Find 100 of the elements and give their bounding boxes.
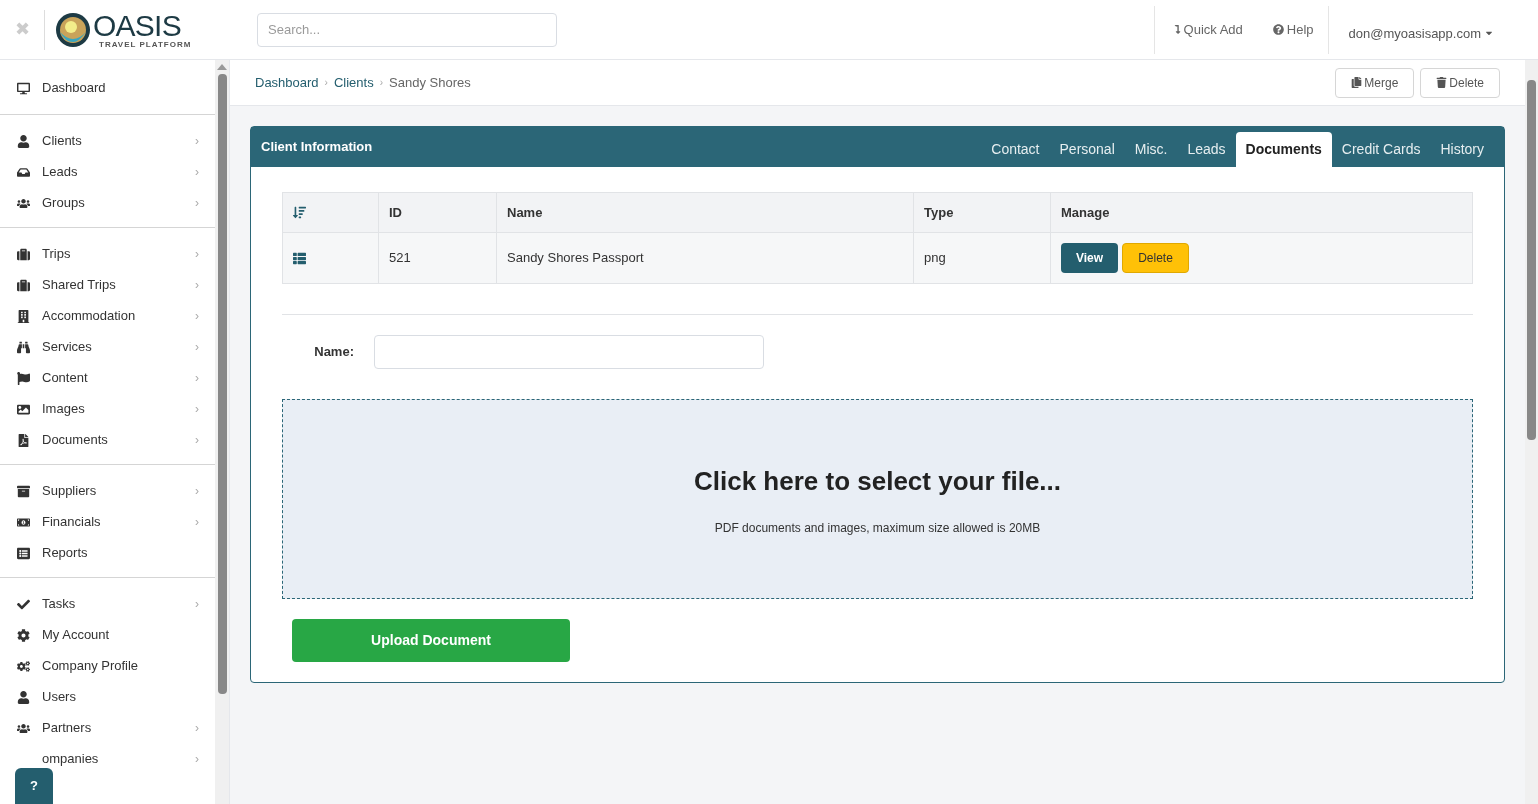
tab[interactable]: Documents	[1235, 132, 1332, 167]
logo-tagline: TRAVEL PLATFORM	[98, 40, 192, 49]
sidebar-item[interactable]: Trips ›	[0, 239, 215, 269]
sidebar-label: Dashboard	[42, 79, 107, 98]
name-field[interactable]	[374, 335, 764, 369]
sidebar-item[interactable]: Dashboard	[0, 73, 215, 103]
inbox-icon	[17, 165, 30, 179]
sidebar-item[interactable]: Shared Trips ›	[0, 270, 215, 300]
chevron-icon: ›	[379, 75, 384, 90]
chevron-icon: ›	[195, 163, 199, 181]
breadcrumb-link[interactable]: Clients	[333, 72, 374, 93]
sidebar-label: Leads	[42, 163, 79, 182]
breadcrumb-link[interactable]: Dashboard	[255, 72, 319, 93]
sidebar-item[interactable]: Partners ›	[0, 713, 215, 743]
list-icon[interactable]	[293, 251, 306, 265]
help-button[interactable]: ?	[15, 768, 53, 804]
copy-icon	[1351, 77, 1363, 88]
tab[interactable]: Leads	[1177, 132, 1236, 167]
binoculars-icon	[17, 340, 30, 354]
sidebar-item[interactable]: Documents ›	[0, 425, 215, 455]
panel-title: Client Information	[261, 138, 373, 157]
user-icon	[17, 690, 30, 704]
page-scrollbar[interactable]	[1525, 60, 1538, 804]
chevron-icon: ›	[195, 307, 199, 325]
tab[interactable]: Credit Cards	[1331, 132, 1431, 167]
sidebar-item[interactable]: Content ›	[0, 363, 215, 393]
chevron-icon: ›	[195, 750, 199, 768]
sidebar-item[interactable]: Leads ›	[0, 157, 215, 187]
sidebar-item[interactable]: Groups ›	[0, 188, 215, 218]
sidebar-label: Tasks	[42, 595, 77, 614]
trash-icon	[1436, 77, 1448, 88]
sidebar-item[interactable]: Clients ›	[0, 126, 215, 156]
tab[interactable]: Contact	[981, 132, 1050, 167]
delete-button[interactable]: Delete	[1420, 67, 1500, 98]
name-label: Name:	[313, 343, 355, 362]
chevron-icon: ›	[324, 75, 328, 90]
archive-icon	[17, 484, 30, 498]
sidebar-label: Partners	[42, 719, 93, 738]
chevron-icon: ›	[195, 245, 199, 263]
sidebar-label: Reports	[42, 544, 89, 563]
image-icon	[17, 402, 30, 416]
chevron-icon: ›	[195, 400, 199, 418]
breadcrumb-current: Sandy Shores	[389, 73, 471, 92]
tab[interactable]: Personal	[1049, 132, 1125, 167]
chevron-icon: ›	[195, 132, 199, 150]
tab[interactable]: Misc.	[1124, 132, 1178, 167]
sidebar-item[interactable]: Suppliers ›	[0, 476, 215, 506]
sidebar-label: Groups	[42, 194, 86, 213]
dropzone-title: Click here to select your file...	[694, 464, 1061, 498]
view-button[interactable]: View	[1061, 243, 1119, 273]
dropzone-hint: PDF documents and images, maximum size allowed is 20MB	[714, 519, 1041, 537]
quick-add-link[interactable]: Quick Add	[1172, 19, 1243, 40]
sidebar-label: My Account	[42, 626, 111, 645]
table-cell: 521	[389, 250, 411, 266]
sidebar-label: ompanies	[42, 750, 100, 769]
sidebar-item[interactable]: Services ›	[0, 332, 215, 362]
tab[interactable]: History	[1430, 132, 1494, 167]
help-link[interactable]: Help	[1272, 19, 1314, 40]
check-icon	[17, 597, 30, 611]
chevron-icon: ›	[195, 719, 199, 737]
column-header: Type	[924, 204, 954, 220]
chevron-icon: ›	[195, 482, 199, 500]
sidebar-item[interactable]: Reports	[0, 538, 215, 568]
sort-icon[interactable]	[293, 206, 306, 219]
sidebar-label: Financials	[42, 513, 102, 532]
monitor-icon	[17, 81, 30, 95]
user-menu[interactable]: don@myoasisapp.com	[1348, 23, 1494, 43]
sidebar-item[interactable]: Tasks ›	[0, 589, 215, 619]
scrollbar[interactable]	[215, 60, 229, 804]
sidebar-item[interactable]: Company Profile	[0, 651, 215, 681]
sidebar-label: Content	[42, 369, 89, 388]
users-icon	[17, 196, 30, 210]
sidebar-label: Trips	[42, 245, 72, 264]
chevron-icon: ›	[195, 431, 199, 449]
flag-icon	[17, 371, 30, 385]
sidebar-item[interactable]: Financials ›	[0, 507, 215, 537]
merge-button[interactable]: Merge	[1335, 67, 1415, 98]
suitcase-icon	[17, 247, 30, 261]
sidebar-item[interactable]: Users	[0, 682, 215, 712]
sidebar-label: Company Profile	[42, 657, 140, 676]
chevron-icon: ›	[195, 369, 199, 387]
delete-button[interactable]: Delete	[1122, 243, 1189, 273]
chevron-icon: ›	[195, 595, 199, 613]
logo-name: OASIS	[93, 10, 182, 41]
sidebar-item[interactable]: Accommodation ›	[0, 301, 215, 331]
column-header: Manage	[1061, 204, 1110, 220]
pdf-file-icon	[17, 433, 30, 447]
search-field[interactable]: Search...	[257, 12, 557, 47]
settings-icon	[17, 628, 30, 642]
file-dropzone[interactable]: Click here to select your file... PDF documents and images, maximum size allowed is 20MB	[282, 399, 1473, 599]
table-cell: Sandy Shores Passport	[507, 250, 644, 266]
sidebar-label: Images	[42, 400, 86, 419]
sidebar-item[interactable]: My Account	[0, 620, 215, 650]
sidebar-label: Documents	[42, 431, 109, 450]
column-header: Name	[507, 204, 543, 220]
chevron-icon: ›	[195, 194, 199, 212]
sidebar-label: Users	[42, 688, 77, 707]
sidebar-label: Clients	[42, 132, 83, 151]
table-cell: png	[924, 250, 946, 266]
sidebar-item[interactable]: Images ›	[0, 394, 215, 424]
